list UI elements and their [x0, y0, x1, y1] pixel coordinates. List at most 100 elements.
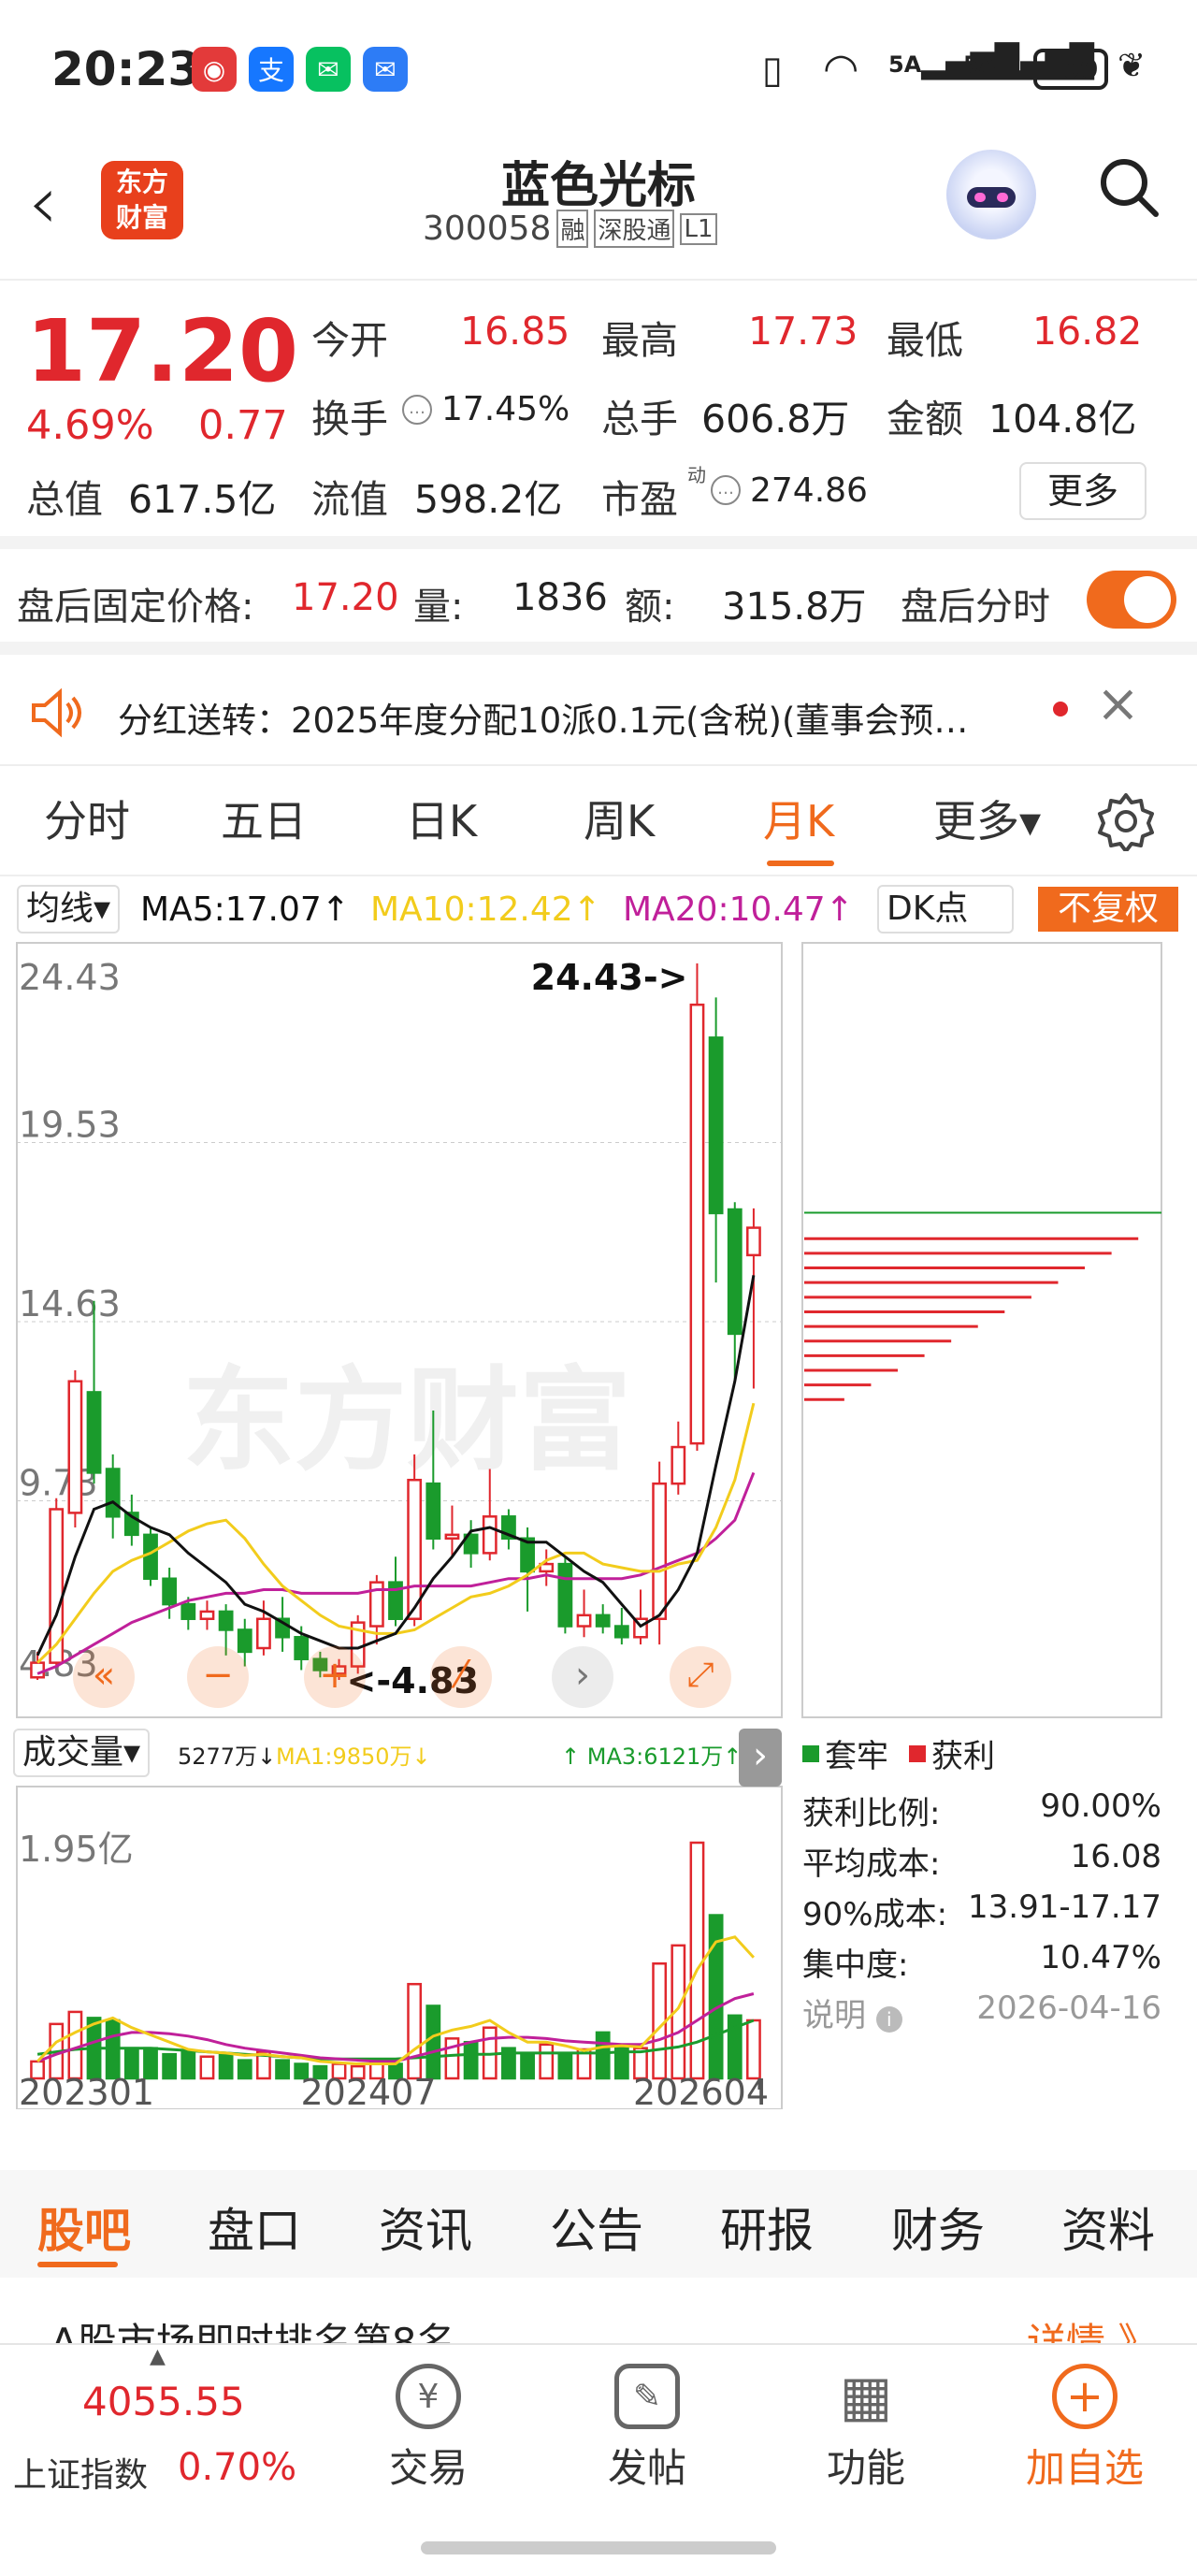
stock-header: ‹ 东方 财富 蓝色光标 300058 融 深股通 L1 [0, 140, 1197, 281]
rank-detail-link[interactable]: 详情 》 [1027, 2311, 1157, 2343]
volume-bar [180, 2050, 196, 2080]
tab-announcements[interactable]: 公告 [550, 2193, 643, 2261]
volume-bar [463, 2040, 479, 2080]
volume-bar [652, 1961, 668, 2080]
volume-latest: 5277万↓ [178, 1744, 277, 1770]
search-icon[interactable] [1096, 154, 1161, 220]
tab-research[interactable]: 研报 [720, 2193, 814, 2261]
expand-indicator-icon[interactable]: › [739, 1729, 782, 1787]
bottom-bar: ▲ 4055.55 上证指数 0.70% ¥ 交易 ✎ 发帖 ▦ 功能 + 加自… [0, 2343, 1197, 2576]
dividend-notice[interactable]: 分红送转：2025年度分配10派0.1元(含税)(董事会预… × [0, 668, 1197, 766]
volume-indicator-select[interactable]: 成交量▾ [13, 1729, 151, 1777]
change-percent: 4.69% [26, 402, 154, 449]
profit-legend-swatch [909, 1744, 926, 1762]
y-tick-label: 9.73 [19, 1463, 98, 1504]
tab-guba[interactable]: 股吧 [37, 2193, 131, 2261]
candle-body [67, 1380, 83, 1514]
chip-note-row[interactable]: 说明 i 2026-04-16 [802, 1990, 1161, 2035]
amount-value: 104.8亿 [988, 397, 1137, 441]
more-button[interactable]: 更多 [1019, 462, 1147, 520]
scroll-left-icon[interactable]: « [73, 1646, 135, 1708]
after-hours-toggle[interactable] [1087, 571, 1176, 629]
post-label: 发帖 [607, 2445, 686, 2491]
high-value: 17.73 [748, 309, 858, 354]
candle-body [671, 1445, 686, 1485]
status-time: 20:23 [51, 42, 201, 96]
grid-icon: ▦ [839, 2364, 893, 2429]
zoom-in-icon[interactable]: + [304, 1646, 366, 1708]
settings-gear-icon[interactable] [1096, 791, 1156, 853]
home-indicator [421, 2541, 776, 2554]
chip-row-value: 90.00% [1040, 1787, 1161, 1825]
rank-text: A股市场即时排名第8名 [50, 2320, 456, 2343]
post-button[interactable]: ✎ 发帖 [563, 2364, 731, 2494]
rank-row[interactable]: A股市场即时排名第8名 详情 》 [0, 2278, 1197, 2343]
chip-stats: 套牢 获利 获利比例: 90.00% 平均成本: 16.08 90%成本: 13.91… [802, 1730, 1161, 2035]
tab-more[interactable]: 更多▾ [933, 788, 1041, 849]
add-watchlist-button[interactable]: + 加自选 [1001, 2364, 1169, 2494]
tab-pankou[interactable]: 盘口 [208, 2193, 301, 2261]
change-amount: 0.77 [198, 402, 288, 449]
dk-point-select[interactable]: DK点 [877, 885, 1014, 933]
alipay-icon: 支 [249, 47, 294, 92]
tab-monthly-k[interactable]: 月K [763, 788, 834, 849]
turnover-label: 换手 [311, 397, 388, 441]
speaker-icon [28, 685, 84, 741]
leaf-icon: ❦ [1118, 47, 1147, 85]
content-tabs: 股吧 盘口 资讯 公告 研报 财务 资料 [0, 2170, 1197, 2278]
draw-tool-icon[interactable]: ⁄ [430, 1646, 492, 1708]
trade-button[interactable]: ¥ 交易 [344, 2364, 512, 2494]
candle-body [482, 1515, 498, 1555]
volume-bar [539, 2043, 555, 2080]
mcap-value: 617.5亿 [128, 477, 277, 522]
volume-ma1: MA1:9850万↓ [276, 1744, 431, 1770]
chip-row-label: 90%成本: [802, 1896, 948, 1933]
signal-1-label: 5A [888, 51, 922, 78]
candle-body [613, 1625, 629, 1639]
y-tick-label: 14.63 [19, 1283, 121, 1324]
tab-daily-k[interactable]: 日K [406, 788, 477, 849]
index-value[interactable]: 4055.55 [82, 2379, 245, 2424]
robot-assistant-avatar[interactable] [946, 150, 1036, 239]
candle-body [576, 1614, 592, 1628]
tab-finance[interactable]: 财务 [891, 2193, 985, 2261]
close-icon[interactable]: × [1096, 673, 1140, 734]
wechat-icon: ✉ [306, 47, 351, 92]
tab-weekly-k[interactable]: 周K [584, 788, 655, 849]
info-icon[interactable]: … [402, 395, 432, 425]
volume-bar [407, 1982, 423, 2080]
scroll-right-icon[interactable]: › [552, 1646, 613, 1708]
ma-select[interactable]: 均线▾ [17, 885, 121, 933]
chip-row-label: 获利比例: [802, 1795, 941, 1832]
volume-value: 606.8万 [701, 397, 850, 441]
stock-code-row: 300058 融 深股通 L1 [423, 210, 717, 248]
fullscreen-icon[interactable]: ⤢ [670, 1646, 731, 1708]
volume-bar [275, 2059, 290, 2080]
x-tick-label: 202407 [300, 2072, 436, 2109]
tab-profile[interactable]: 资料 [1061, 2193, 1155, 2261]
low-value: 16.82 [1032, 309, 1143, 354]
tab-intraday[interactable]: 分时 [44, 788, 130, 849]
volume-bar [595, 2031, 611, 2080]
candle-body [708, 1036, 724, 1215]
tab-news[interactable]: 资讯 [379, 2193, 472, 2261]
pe-dynamic-tag: 动 [687, 464, 706, 486]
adjust-type-button[interactable]: 不复权 [1038, 887, 1178, 932]
candle-body [143, 1533, 158, 1580]
function-button[interactable]: ▦ 功能 [782, 2364, 950, 2494]
candle-body [746, 1226, 761, 1257]
volume-bar [557, 2052, 573, 2080]
period-tabs: 分时 五日 日K 周K 月K 更多▾ [0, 769, 1197, 876]
plus-icon: + [1052, 2364, 1118, 2429]
after-hours-bar: 盘后固定价格: 17.20 量: 1836 额: 315.8万 盘后分时 [0, 561, 1197, 655]
chip-row-value: 10.47% [1040, 1939, 1161, 1976]
notice-text: 分红送转：2025年度分配10派0.1元(含税)(董事会预… [118, 701, 969, 741]
ma20-label: MA20:10.47↑ [623, 890, 854, 929]
pe-label: 市盈 [601, 477, 678, 522]
trapped-legend-swatch [802, 1744, 819, 1762]
candle-body [595, 1614, 611, 1628]
zoom-out-icon[interactable]: − [187, 1646, 249, 1708]
info-icon[interactable]: … [711, 475, 741, 505]
tab-five-day[interactable]: 五日 [221, 788, 307, 849]
expand-up-icon[interactable]: ▲ [150, 2345, 166, 2368]
